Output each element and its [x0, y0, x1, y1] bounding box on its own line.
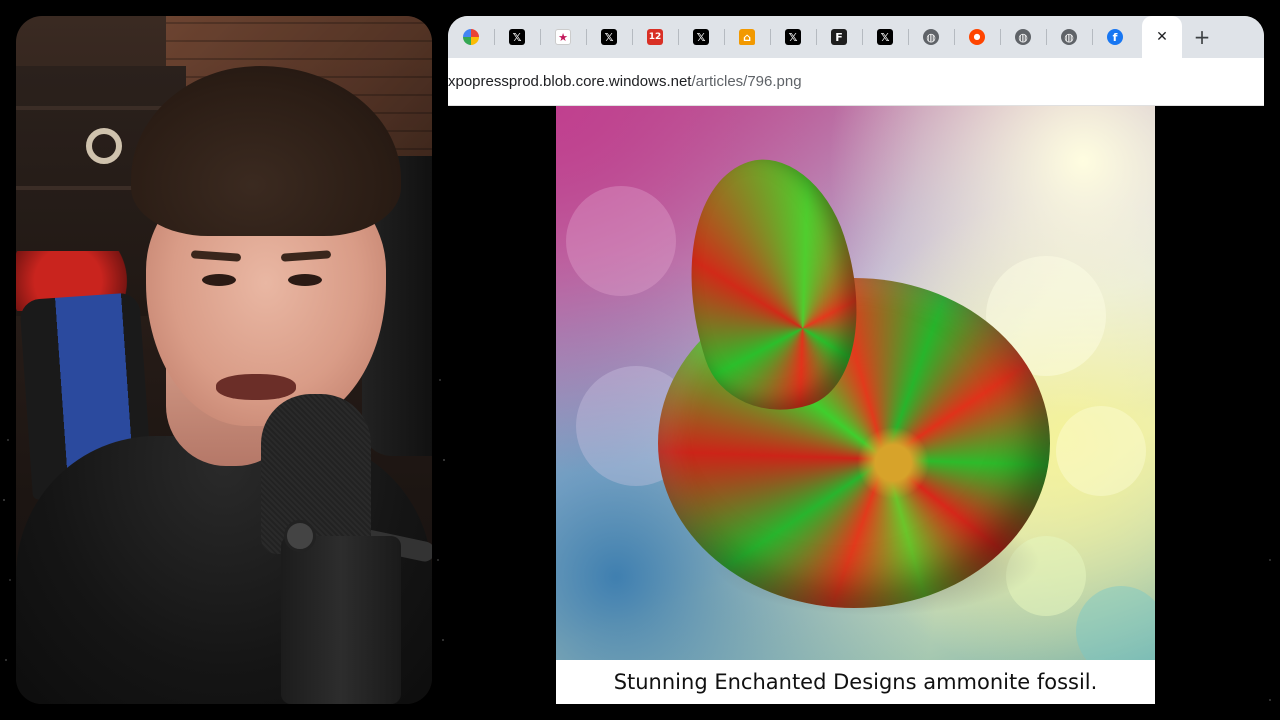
- caption-bar: Stunning Enchanted Designs ammonite foss…: [556, 660, 1155, 704]
- globe-icon: ◍: [1061, 29, 1077, 45]
- star-logo-icon: ★: [555, 29, 571, 45]
- tab-8[interactable]: 𝕏: [770, 16, 816, 58]
- browser-window: 𝕏 ★ 𝕏 12 𝕏 ⌂ 𝕏 F 𝕏 ◍ ● ◍ ◍ f ✕ + xpopres…: [448, 16, 1264, 106]
- microphone-head: [261, 394, 371, 554]
- tab-active[interactable]: ✕: [1142, 16, 1182, 58]
- x-icon: 𝕏: [509, 29, 525, 45]
- x-icon: 𝕏: [785, 29, 801, 45]
- tab-3[interactable]: ★: [540, 16, 586, 58]
- tab-strip: 𝕏 ★ 𝕏 12 𝕏 ⌂ 𝕏 F 𝕏 ◍ ● ◍ ◍ f ✕ +: [448, 16, 1264, 58]
- multicolor-app-icon: [463, 29, 479, 45]
- tab-15[interactable]: f: [1092, 16, 1138, 58]
- flipboard-icon: F: [831, 29, 847, 45]
- x-icon: 𝕏: [877, 29, 893, 45]
- left-eye: [202, 274, 236, 286]
- tab-2[interactable]: 𝕏: [494, 16, 540, 58]
- page-viewport: Stunning Enchanted Designs ammonite foss…: [448, 106, 1264, 704]
- microphone-body: [281, 536, 401, 704]
- globe-icon: ◍: [923, 29, 939, 45]
- image-caption: Stunning Enchanted Designs ammonite foss…: [613, 670, 1098, 694]
- tab-6[interactable]: 𝕏: [678, 16, 724, 58]
- url-text[interactable]: xpopressprod.blob.core.windows.net/artic…: [448, 73, 802, 90]
- x-icon: 𝕏: [601, 29, 617, 45]
- microphone-knob: [284, 520, 316, 552]
- address-bar[interactable]: xpopressprod.blob.core.windows.net/artic…: [448, 58, 1264, 106]
- tab-5[interactable]: 12: [632, 16, 678, 58]
- close-tab-icon[interactable]: ✕: [1156, 29, 1168, 45]
- home-icon: ⌂: [739, 29, 755, 45]
- tab-1[interactable]: [448, 16, 494, 58]
- tab-13[interactable]: ◍: [1000, 16, 1046, 58]
- tab-9[interactable]: F: [816, 16, 862, 58]
- reddit-icon: ●: [969, 29, 985, 45]
- tab-12[interactable]: ●: [954, 16, 1000, 58]
- news-logo-icon: 12: [647, 29, 663, 45]
- tab-10[interactable]: 𝕏: [862, 16, 908, 58]
- tab-4[interactable]: 𝕏: [586, 16, 632, 58]
- webcam-video-panel: [16, 16, 432, 704]
- globe-icon: ◍: [1015, 29, 1031, 45]
- article-image: Stunning Enchanted Designs ammonite foss…: [556, 106, 1155, 704]
- x-icon: 𝕏: [693, 29, 709, 45]
- ammonite-photo: [556, 106, 1155, 660]
- tab-14[interactable]: ◍: [1046, 16, 1092, 58]
- tab-7[interactable]: ⌂: [724, 16, 770, 58]
- facebook-icon: f: [1107, 29, 1123, 45]
- person-mouth: [216, 374, 296, 400]
- right-eye: [288, 274, 322, 286]
- url-path: /articles/796.png: [691, 73, 802, 90]
- tab-11[interactable]: ◍: [908, 16, 954, 58]
- new-tab-button[interactable]: +: [1182, 16, 1222, 58]
- plus-icon: +: [1193, 25, 1211, 49]
- url-host: xpopressprod.blob.core.windows.net: [448, 73, 692, 90]
